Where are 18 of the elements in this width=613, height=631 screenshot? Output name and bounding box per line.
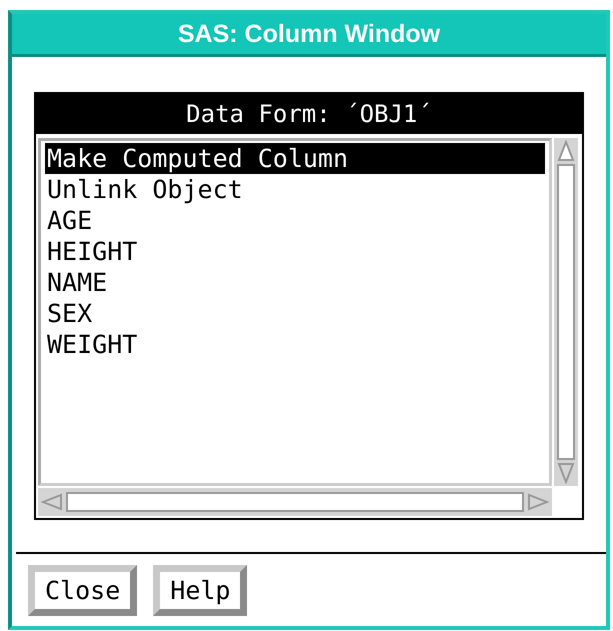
help-button[interactable]: Help <box>153 564 248 616</box>
list-item[interactable]: Unlink Object <box>45 174 545 205</box>
up-arrow-icon[interactable] <box>556 140 576 162</box>
panel-title: Data Form: ´OBJ1´ <box>36 94 582 134</box>
window-title: SAS: Column Window <box>12 14 606 57</box>
right-arrow-icon[interactable] <box>527 492 549 512</box>
horizontal-scrollbar[interactable] <box>38 488 552 516</box>
vertical-scrollbar[interactable] <box>554 138 578 486</box>
close-button[interactable]: Close <box>28 564 138 616</box>
list-item[interactable]: SEX <box>45 298 545 329</box>
list-item[interactable]: HEIGHT <box>45 236 545 267</box>
list-item[interactable]: AGE <box>45 205 545 236</box>
down-arrow-icon[interactable] <box>556 462 576 484</box>
list-item[interactable]: NAME <box>45 267 545 298</box>
list-item[interactable]: WEIGHT <box>45 329 545 360</box>
list-box[interactable]: Make Computed Column Unlink Object AGE HEIGHT NAME SEX WEIGHT <box>38 138 552 486</box>
left-arrow-icon[interactable] <box>41 492 63 512</box>
list-item[interactable]: Make Computed Column <box>45 143 545 174</box>
